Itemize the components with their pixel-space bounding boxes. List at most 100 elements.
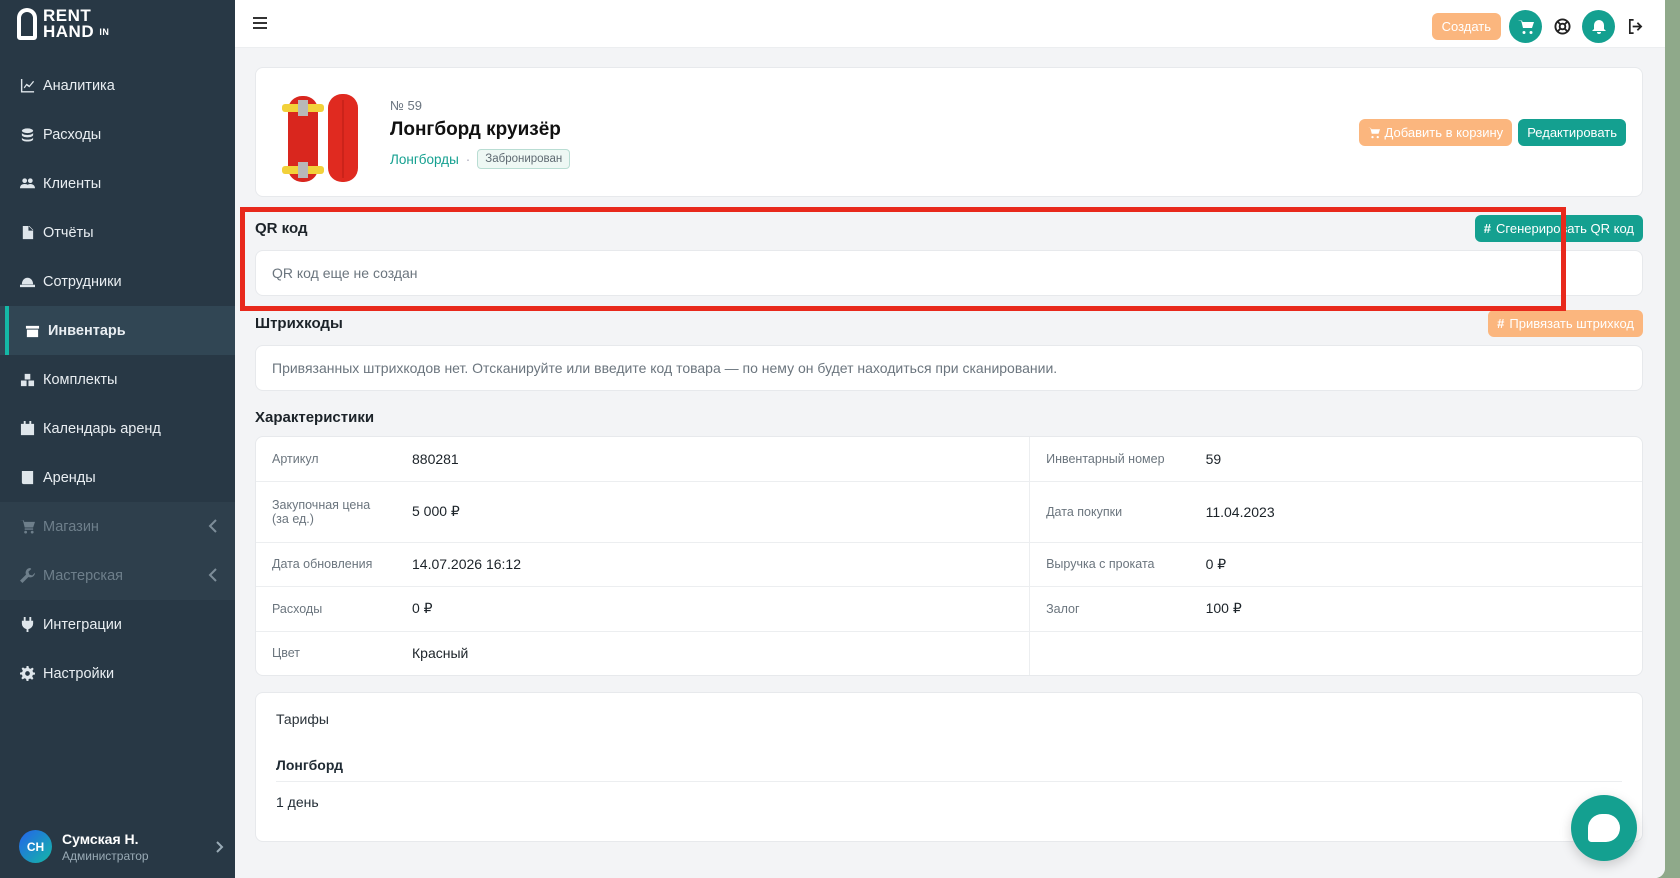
topbar: Создать bbox=[235, 0, 1665, 48]
avatar: СН bbox=[19, 830, 52, 863]
sidebar-item-expenses[interactable]: Расходы bbox=[0, 110, 235, 159]
char-key bbox=[1029, 631, 1190, 675]
sidebar-item-rentals[interactable]: Аренды bbox=[0, 453, 235, 502]
sidebar-item-kits[interactable]: Комплекты bbox=[0, 355, 235, 404]
coins-icon bbox=[19, 127, 35, 143]
sidebar-item-staff[interactable]: Сотрудники bbox=[0, 257, 235, 306]
sidebar-item-label: Настройки bbox=[43, 665, 115, 682]
chevron-left-icon bbox=[208, 519, 218, 533]
edit-label: Редактировать bbox=[1527, 125, 1617, 140]
longboard-image bbox=[282, 94, 358, 182]
sidebar-item-inventory[interactable]: Инвентарь bbox=[0, 306, 235, 355]
char-value: 100 ₽ bbox=[1189, 586, 1642, 632]
chat-button[interactable] bbox=[1571, 795, 1637, 861]
table-row: Дата обновления 14.07.2026 16:12 Выручка… bbox=[256, 542, 1642, 587]
sidebar-item-integrations[interactable]: Интеграции bbox=[0, 600, 235, 649]
box-icon bbox=[24, 323, 40, 339]
logout-icon bbox=[1627, 18, 1644, 35]
qr-section: QR код # Сгенерировать QR код QR код еще… bbox=[240, 207, 1643, 311]
characteristics-table: Артикул 880281 Инвентарный номер 59 Заку… bbox=[255, 436, 1643, 676]
boxes-icon bbox=[19, 372, 35, 388]
sidebar: RENT HAND IN Аналитика Расходы Клиенты О… bbox=[0, 0, 235, 878]
separator-dot: · bbox=[465, 151, 471, 167]
user-profile[interactable]: СН Сумская Н. Администратор bbox=[19, 830, 224, 863]
chevron-left-icon bbox=[208, 568, 218, 582]
generate-qr-label: Сгенерировать QR код bbox=[1496, 221, 1634, 236]
help-button[interactable] bbox=[1550, 15, 1574, 39]
hash-icon: # bbox=[1483, 221, 1492, 236]
sidebar-item-settings[interactable]: Настройки bbox=[0, 649, 235, 698]
calendar-icon bbox=[19, 421, 35, 437]
product-card: № 59 Лонгборд круизёр Лонгборды · Заброн… bbox=[255, 67, 1643, 197]
file-icon bbox=[19, 225, 35, 241]
add-to-cart-button[interactable]: Добавить в корзину bbox=[1358, 119, 1513, 146]
qr-title: QR код bbox=[255, 220, 308, 237]
main-area: Создать № 59 Лонгборд круизёр Лонгборды … bbox=[235, 0, 1665, 878]
barcodes-empty-box: Привязанных штрихкодов нет. Отсканируйте… bbox=[255, 345, 1643, 391]
sidebar-item-label: Инвентарь bbox=[48, 322, 126, 339]
add-to-cart-label: Добавить в корзину bbox=[1384, 125, 1504, 140]
app-window: RENT HAND IN Аналитика Расходы Клиенты О… bbox=[0, 0, 1665, 878]
notifications-button[interactable] bbox=[1582, 10, 1615, 43]
table-row: Расходы 0 ₽ Залог 100 ₽ bbox=[256, 586, 1642, 632]
cart-button[interactable] bbox=[1509, 10, 1542, 43]
barcodes-title: Штрихкоды bbox=[255, 315, 343, 332]
tariffs-title: Тарифы bbox=[276, 711, 329, 727]
qr-empty-box: QR код еще не создан bbox=[255, 250, 1643, 296]
characteristics-title: Характеристики bbox=[255, 409, 375, 426]
sidebar-item-workshop[interactable]: Мастерская bbox=[0, 551, 235, 600]
sidebar-item-analytics[interactable]: Аналитика bbox=[0, 61, 235, 110]
menu-toggle-icon[interactable] bbox=[253, 17, 267, 29]
sidebar-item-label: Календарь аренд bbox=[43, 420, 161, 437]
sidebar-item-label: Мастерская bbox=[43, 567, 123, 584]
qr-empty-text: QR код еще не создан bbox=[272, 265, 418, 281]
logo[interactable]: RENT HAND IN bbox=[17, 7, 110, 40]
hard-hat-icon bbox=[19, 274, 35, 290]
sidebar-item-reports[interactable]: Отчёты bbox=[0, 208, 235, 257]
barcodes-empty-text: Привязанных штрихкодов нет. Отсканируйте… bbox=[272, 360, 1058, 376]
sidebar-item-label: Аренды bbox=[43, 469, 96, 486]
logout-button[interactable] bbox=[1623, 15, 1647, 39]
sidebar-nav: Аналитика Расходы Клиенты Отчёты Сотрудн… bbox=[0, 61, 235, 698]
users-icon bbox=[19, 176, 35, 192]
tariff-duration[interactable]: 1 день bbox=[276, 794, 1622, 810]
bind-barcode-button[interactable]: # Привязать штрихкод bbox=[1488, 310, 1643, 337]
chevron-right-icon bbox=[216, 840, 224, 858]
create-button[interactable]: Создать bbox=[1431, 13, 1501, 40]
characteristics-section: Характеристики Артикул 880281 Инвентарны… bbox=[255, 409, 1643, 676]
sidebar-item-label: Магазин bbox=[43, 518, 99, 535]
user-name: Сумская Н. bbox=[62, 830, 139, 847]
cart-icon bbox=[1367, 127, 1380, 139]
sidebar-item-label: Клиенты bbox=[43, 175, 102, 192]
product-title: Лонгборд круизёр bbox=[390, 119, 561, 140]
sidebar-item-calendar[interactable]: Календарь аренд bbox=[0, 404, 235, 453]
char-value: 880281 bbox=[396, 437, 1030, 482]
table-row: Артикул 880281 Инвентарный номер 59 bbox=[256, 437, 1642, 482]
char-value: Красный bbox=[412, 645, 469, 662]
char-key: Выручка с проката bbox=[1029, 542, 1190, 587]
sidebar-item-label: Сотрудники bbox=[43, 273, 122, 290]
chart-icon bbox=[19, 78, 35, 94]
category-link[interactable]: Лонгборды bbox=[390, 152, 459, 167]
gear-icon bbox=[19, 666, 35, 682]
char-key: Дата покупки bbox=[1029, 481, 1190, 543]
char-key: Инвентарный номер bbox=[1029, 437, 1190, 482]
tariff-name: Лонгборд bbox=[276, 757, 1622, 782]
char-value: 0 ₽ bbox=[1189, 542, 1642, 587]
generate-qr-button[interactable]: # Сгенерировать QR код bbox=[1474, 215, 1643, 242]
sidebar-item-clients[interactable]: Клиенты bbox=[0, 159, 235, 208]
char-key: Артикул bbox=[256, 437, 396, 482]
lifebuoy-icon bbox=[1553, 18, 1571, 35]
hash-icon: # bbox=[1497, 316, 1505, 331]
sidebar-item-shop[interactable]: Магазин bbox=[0, 502, 235, 551]
tariffs-card: Тарифы Лонгборд 1 день bbox=[255, 692, 1643, 842]
bind-barcode-label: Привязать штрихкод bbox=[1509, 316, 1634, 331]
table-row: Цвет Красный bbox=[256, 631, 1642, 675]
plug-icon bbox=[19, 617, 35, 633]
logo-mark bbox=[17, 8, 37, 40]
char-value: 0 ₽ bbox=[396, 586, 1030, 632]
chat-bubble-icon bbox=[1588, 814, 1620, 842]
logo-in: IN bbox=[99, 27, 110, 37]
sidebar-item-label: Интеграции bbox=[43, 616, 122, 633]
edit-button[interactable]: Редактировать bbox=[1518, 119, 1626, 146]
